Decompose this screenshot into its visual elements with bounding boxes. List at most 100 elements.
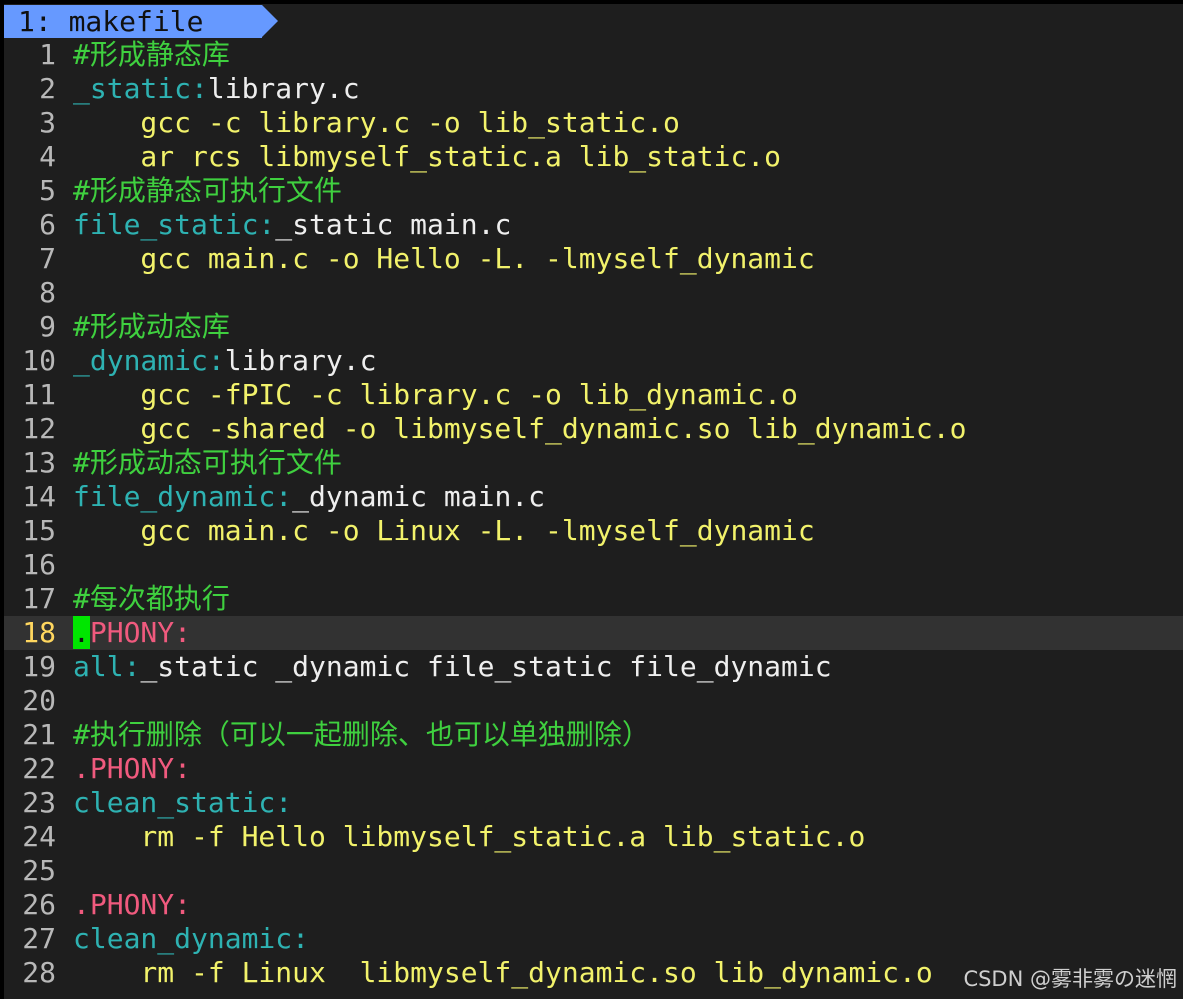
line-code: .PHONY: (73, 752, 191, 786)
code-line[interactable]: 13 #形成动态可执行文件 (4, 446, 1183, 480)
token-target: _static: (73, 72, 208, 105)
line-number: 1 (39, 38, 56, 71)
token-target: all: (73, 650, 141, 683)
line-number: 23 (22, 786, 56, 819)
token-cmd: rm -f Linux libmyself_dynamic.so lib_dyn… (73, 956, 933, 989)
token-cmd: gcc main.c -o Linux -L. -lmyself_dynamic (73, 514, 815, 547)
code-line[interactable]: 26 .PHONY: (4, 888, 1183, 922)
line-number: 28 (22, 956, 56, 989)
line-number: 18 (22, 616, 56, 649)
code-line[interactable]: 20 (4, 684, 1183, 718)
token-comment: #执行删除（可以一起删除、也可以单独删除） (73, 718, 650, 751)
token-phony: PHONY: (89, 616, 192, 649)
code-line[interactable]: 10 _dynamic:library.c (4, 344, 1183, 378)
token-comment: #形成静态库 (73, 38, 230, 71)
tab-arrow-icon (262, 5, 278, 37)
token-target: clean_static: (73, 786, 293, 819)
line-number: 9 (39, 310, 56, 343)
line-number: 6 (39, 208, 56, 241)
token-dep: library.c (207, 72, 360, 105)
code-line[interactable]: 3 gcc -c library.c -o lib_static.o (4, 106, 1183, 140)
code-line[interactable]: 11 gcc -fPIC -c library.c -o lib_dynamic… (4, 378, 1183, 412)
line-number: 17 (22, 582, 56, 615)
token-comment: #每次都执行 (73, 582, 230, 615)
line-number: 21 (22, 718, 56, 751)
token-dep: _static main.c (275, 208, 512, 241)
line-code: all:_static _dynamic file_static file_dy… (73, 650, 832, 684)
token-phony: .PHONY: (73, 752, 192, 785)
code-line[interactable]: 22 .PHONY: (4, 752, 1183, 786)
code-line[interactable]: 15 gcc main.c -o Linux -L. -lmyself_dyna… (4, 514, 1183, 548)
code-line[interactable]: 4 ar rcs libmyself_static.a lib_static.o (4, 140, 1183, 174)
line-code: #每次都执行 (73, 582, 230, 616)
line-number: 26 (22, 888, 56, 921)
code-line[interactable]: 25 (4, 854, 1183, 888)
line-number: 24 (22, 820, 56, 853)
code-line[interactable]: 9 #形成动态库 (4, 310, 1183, 344)
line-number: 7 (39, 242, 56, 275)
line-code: #形成静态库 (73, 38, 230, 72)
code-line[interactable]: 17 #每次都执行 (4, 582, 1183, 616)
code-line[interactable]: 19 all:_static _dynamic file_static file_… (4, 650, 1183, 684)
line-code: clean_dynamic: (73, 922, 309, 956)
line-code: gcc -shared -o libmyself_dynamic.so lib_… (73, 412, 966, 446)
line-code: gcc main.c -o Hello -L. -lmyself_dynamic (73, 242, 815, 276)
line-code: _static:library.c (73, 72, 360, 106)
token-cmd: gcc -shared -o libmyself_dynamic.so lib_… (73, 412, 967, 445)
line-code: _dynamic:library.c (73, 344, 376, 378)
line-code: #形成动态库 (73, 310, 230, 344)
tab-makefile[interactable]: 1: makefile (4, 5, 262, 38)
line-number: 20 (22, 684, 56, 717)
token-target: clean_dynamic: (73, 922, 310, 955)
token-target: _dynamic: (73, 344, 225, 377)
token-cmd: ar rcs libmyself_static.a lib_static.o (73, 140, 782, 173)
code-line[interactable]: 16 (4, 548, 1183, 582)
line-code: #形成静态可执行文件 (73, 174, 342, 208)
code-line[interactable]: 14 file_dynamic:_dynamic main.c (4, 480, 1183, 514)
line-code: gcc -c library.c -o lib_static.o (73, 106, 680, 140)
line-number: 3 (39, 106, 56, 139)
line-code: gcc -fPIC -c library.c -o lib_dynamic.o (73, 378, 798, 412)
token-cmd: gcc -c library.c -o lib_static.o (73, 106, 680, 139)
line-code: rm -f Linux libmyself_dynamic.so lib_dyn… (73, 956, 933, 990)
line-number: 27 (22, 922, 56, 955)
code-line[interactable]: 8 (4, 276, 1183, 310)
token-comment: #形成动态可执行文件 (73, 446, 342, 479)
line-code: gcc main.c -o Linux -L. -lmyself_dynamic (73, 514, 815, 548)
editor-buffer[interactable]: 1 #形成静态库 2 _static:library.c 3 gcc -c librar… (4, 38, 1183, 999)
token-comment: #形成静态可执行文件 (73, 174, 342, 207)
line-number: 14 (22, 480, 56, 513)
token-dep: _static _dynamic file_static file_dynami… (140, 650, 832, 683)
line-code: ar rcs libmyself_static.a lib_static.o (73, 140, 781, 174)
token-comment: #形成动态库 (73, 310, 230, 343)
code-line-current[interactable]: 18 .PHONY: (4, 616, 1183, 650)
line-number: 5 (39, 174, 56, 207)
code-line[interactable]: 7 gcc main.c -o Hello -L. -lmyself_dynam… (4, 242, 1183, 276)
vim-window: 1: makefile 1 #形成静态库 2 _static:library.c 3 g… (0, 0, 1183, 999)
token-phony: .PHONY: (73, 888, 192, 921)
line-code: file_static:_static main.c (73, 208, 511, 242)
line-number: 12 (22, 412, 56, 445)
code-line[interactable]: 1 #形成静态库 (4, 38, 1183, 72)
code-line[interactable]: 6 file_static:_static main.c (4, 208, 1183, 242)
code-line[interactable]: 27 clean_dynamic: (4, 922, 1183, 956)
line-number: 11 (22, 378, 56, 411)
code-line[interactable]: 23 clean_static: (4, 786, 1183, 820)
token-dep: library.c (224, 344, 377, 377)
line-code: file_dynamic:_dynamic main.c (73, 480, 545, 514)
token-cmd: gcc -fPIC -c library.c -o lib_dynamic.o (73, 378, 798, 411)
line-code: #执行删除（可以一起删除、也可以单独删除） (73, 718, 650, 752)
token-dep: _dynamic main.c (292, 480, 546, 513)
watermark: CSDN @雾非雾の迷惘 (963, 967, 1177, 991)
code-line[interactable]: 5 #形成静态可执行文件 (4, 174, 1183, 208)
code-line[interactable]: 21 #执行删除（可以一起删除、也可以单独删除） (4, 718, 1183, 752)
line-number: 22 (22, 752, 56, 785)
line-number: 16 (22, 548, 56, 581)
line-number: 25 (22, 854, 56, 887)
token-cmd: gcc main.c -o Hello -L. -lmyself_dynamic (73, 242, 815, 275)
line-code: #形成动态可执行文件 (73, 446, 342, 480)
line-code: .PHONY: (73, 616, 191, 650)
code-line[interactable]: 2 _static:library.c (4, 72, 1183, 106)
code-line[interactable]: 12 gcc -shared -o libmyself_dynamic.so l… (4, 412, 1183, 446)
code-line[interactable]: 24 rm -f Hello libmyself_static.a lib_st… (4, 820, 1183, 854)
